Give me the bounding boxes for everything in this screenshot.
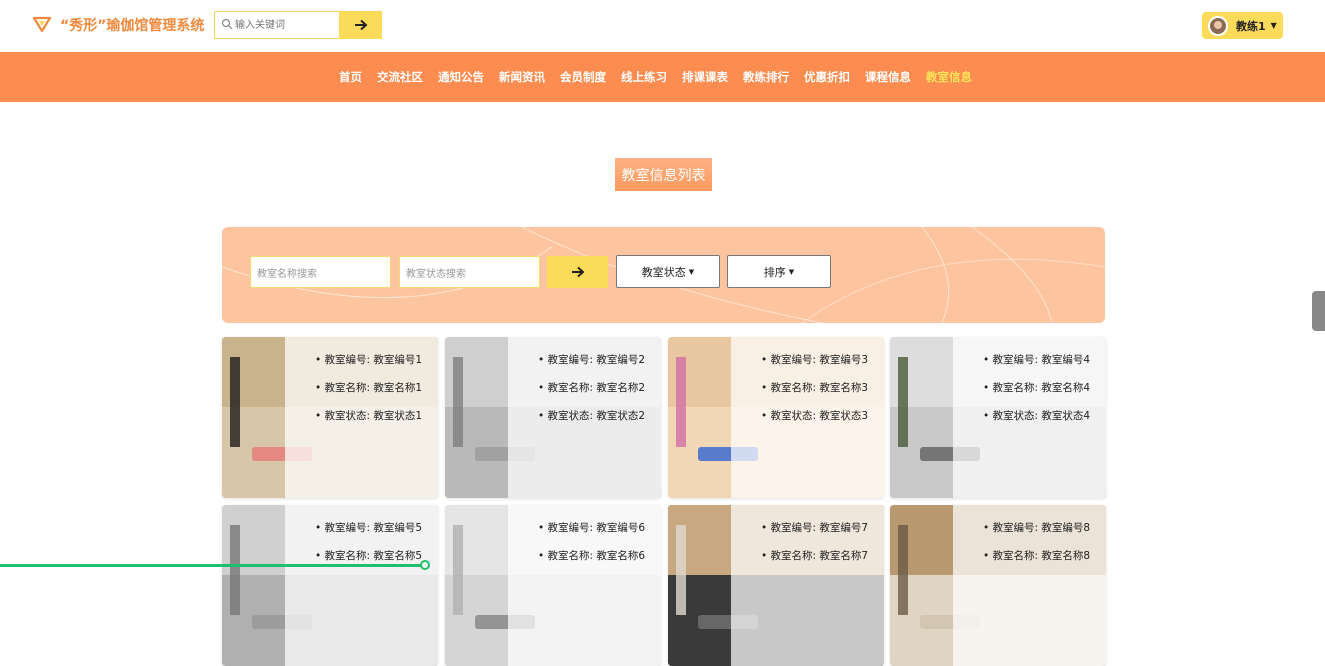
classroom-number: • 教室编号: 教室编号3 bbox=[761, 354, 869, 366]
classroom-info: • 教室编号: 教室编号7 • 教室名称: 教室名称7 bbox=[731, 505, 884, 666]
chevron-down-icon: ▼ bbox=[1270, 21, 1277, 30]
classroom-name: • 教室名称: 教室名称3 bbox=[761, 382, 869, 394]
classroom-name: • 教室名称: 教室名称6 bbox=[538, 550, 646, 562]
classroom-status: • 教室状态: 教室状态1 bbox=[315, 410, 423, 422]
nav-item[interactable]: 首页 bbox=[339, 69, 362, 85]
classroom-card[interactable]: • 教室编号: 教室编号7 • 教室名称: 教室名称7 bbox=[668, 505, 884, 666]
nav-item[interactable]: 线上练习 bbox=[621, 69, 667, 85]
nav-item[interactable]: 会员制度 bbox=[560, 69, 606, 85]
user-menu-button[interactable]: 教练1 ▼ bbox=[1202, 12, 1283, 39]
classroom-status: • 教室状态: 教室状态3 bbox=[761, 410, 869, 422]
classroom-card[interactable]: • 教室编号: 教室编号2 • 教室名称: 教室名称2 • 教室状态: 教室状态2 bbox=[445, 337, 661, 498]
page-title: 教室信息列表 bbox=[615, 158, 712, 191]
classroom-number: • 教室编号: 教室编号2 bbox=[538, 354, 646, 366]
nav-list: 首页 交流社区 通知公告 新闻资讯 会员制度 线上练习 排课课表 教练排行 优惠折扣 课程信息 教室… bbox=[339, 69, 987, 85]
classroom-name: • 教室名称: 教室名称2 bbox=[538, 382, 646, 394]
classroom-card[interactable]: • 教室编号: 教室编号6 • 教室名称: 教室名称6 bbox=[445, 505, 661, 666]
classroom-number: • 教室编号: 教室编号5 bbox=[315, 522, 423, 534]
classroom-card[interactable]: • 教室编号: 教室编号5 • 教室名称: 教室名称5 bbox=[222, 505, 438, 666]
nav-item[interactable]: 课程信息 bbox=[865, 69, 911, 85]
classroom-number: • 教室编号: 教室编号4 bbox=[983, 354, 1091, 366]
classroom-name: • 教室名称: 教室名称8 bbox=[983, 550, 1091, 562]
nav-item[interactable]: 排课课表 bbox=[682, 69, 728, 85]
classroom-card[interactable]: • 教室编号: 教室编号1 • 教室名称: 教室名称1 • 教室状态: 教室状态1 bbox=[222, 337, 438, 498]
side-panel-toggle[interactable] bbox=[1312, 291, 1325, 331]
search-input[interactable] bbox=[235, 17, 335, 33]
arrow-right-icon bbox=[571, 266, 584, 278]
classroom-number: • 教室编号: 教室编号1 bbox=[315, 354, 423, 366]
classroom-name: • 教室名称: 教室名称1 bbox=[315, 382, 423, 394]
arrow-right-icon bbox=[354, 19, 367, 31]
filter-panel: 教室名称搜索 教室状态搜索 教室状态 ▼ 排序 ▼ bbox=[222, 227, 1105, 323]
sort-dropdown[interactable]: 排序 ▼ bbox=[727, 255, 831, 288]
brand-title: “秀形”瑜伽馆管理系统 bbox=[60, 18, 205, 34]
sort-dropdown-label: 排序 bbox=[763, 265, 786, 279]
classroom-number: • 教室编号: 教室编号6 bbox=[538, 522, 646, 534]
classroom-card[interactable]: • 教室编号: 教室编号3 • 教室名称: 教室名称3 • 教室状态: 教室状态3 bbox=[668, 337, 884, 498]
filter-search-button[interactable] bbox=[547, 256, 608, 288]
classroom-info: • 教室编号: 教室编号1 • 教室名称: 教室名称1 • 教室状态: 教室状态1 bbox=[285, 337, 438, 498]
classroom-status: • 教室状态: 教室状态4 bbox=[983, 410, 1091, 422]
search-button[interactable] bbox=[339, 11, 382, 39]
classroom-info: • 教室编号: 教室编号6 • 教室名称: 教室名称6 bbox=[508, 505, 661, 666]
nav-item[interactable]: 教练排行 bbox=[743, 69, 789, 85]
classroom-status-search-input[interactable]: 教室状态搜索 bbox=[399, 256, 540, 288]
classroom-number: • 教室编号: 教室编号7 bbox=[761, 522, 869, 534]
avatar bbox=[1208, 15, 1228, 36]
classroom-info: • 教室编号: 教室编号4 • 教室名称: 教室名称4 • 教室状态: 教室状态4 bbox=[953, 337, 1106, 498]
progress-bar bbox=[0, 564, 425, 567]
classroom-info: • 教室编号: 教室编号5 • 教室名称: 教室名称5 bbox=[285, 505, 438, 666]
classroom-status: • 教室状态: 教室状态2 bbox=[538, 410, 646, 422]
nav-item[interactable]: 新闻资讯 bbox=[499, 69, 545, 85]
classroom-name: • 教室名称: 教室名称4 bbox=[983, 382, 1091, 394]
logo-icon bbox=[33, 16, 51, 33]
nav-item[interactable]: 优惠折扣 bbox=[804, 69, 850, 85]
status-dropdown[interactable]: 教室状态 ▼ bbox=[616, 255, 720, 288]
classroom-name: • 教室名称: 教室名称7 bbox=[761, 550, 869, 562]
classroom-info: • 教室编号: 教室编号3 • 教室名称: 教室名称3 • 教室状态: 教室状态3 bbox=[731, 337, 884, 498]
search-box[interactable] bbox=[214, 11, 340, 39]
top-bar: “秀形”瑜伽馆管理系统 教练1 ▼ bbox=[0, 0, 1325, 52]
search-icon bbox=[221, 18, 233, 30]
nav-item[interactable]: 教室信息 bbox=[926, 69, 972, 85]
classroom-card[interactable]: • 教室编号: 教室编号8 • 教室名称: 教室名称8 bbox=[890, 505, 1106, 666]
chevron-down-icon: ▼ bbox=[688, 267, 695, 276]
classroom-name: • 教室名称: 教室名称5 bbox=[315, 550, 423, 562]
status-dropdown-label: 教室状态 bbox=[641, 265, 686, 279]
nav-item[interactable]: 交流社区 bbox=[377, 69, 423, 85]
classroom-info: • 教室编号: 教室编号8 • 教室名称: 教室名称8 bbox=[953, 505, 1106, 666]
main-nav: 首页 交流社区 通知公告 新闻资讯 会员制度 线上练习 排课课表 教练排行 优惠折扣 课程信息 教室… bbox=[0, 52, 1325, 102]
classroom-number: • 教室编号: 教室编号8 bbox=[983, 522, 1091, 534]
classroom-card[interactable]: • 教室编号: 教室编号4 • 教室名称: 教室名称4 • 教室状态: 教室状态4 bbox=[890, 337, 1106, 498]
classroom-name-search-input[interactable]: 教室名称搜索 bbox=[250, 256, 391, 288]
chevron-down-icon: ▼ bbox=[788, 267, 795, 276]
user-name: 教练1 bbox=[1236, 19, 1266, 33]
nav-item[interactable]: 通知公告 bbox=[438, 69, 484, 85]
classroom-info: • 教室编号: 教室编号2 • 教室名称: 教室名称2 • 教室状态: 教室状态2 bbox=[508, 337, 661, 498]
